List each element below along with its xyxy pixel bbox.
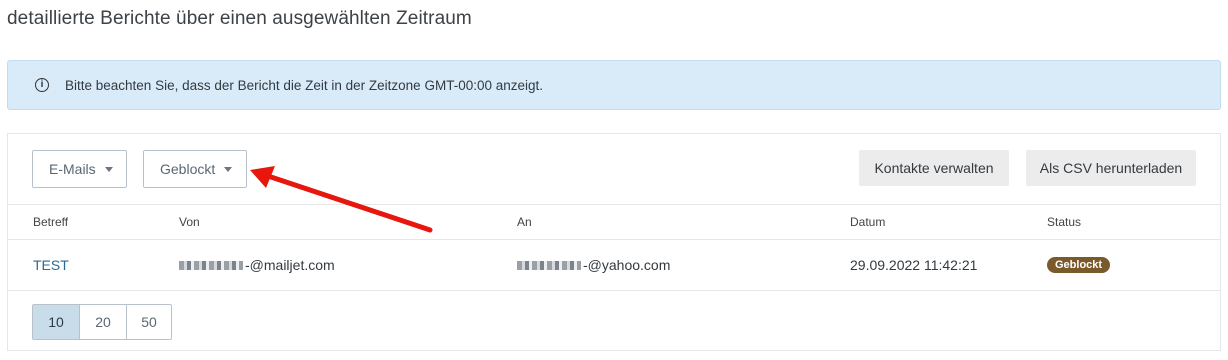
- table-row[interactable]: TEST -@mailjet.com -@yahoo.com 29.09.202…: [8, 240, 1220, 291]
- recipient-domain: -@yahoo.com: [583, 257, 671, 273]
- row-status: Geblockt: [1047, 240, 1111, 290]
- page-size-selector: 10 20 50: [32, 304, 172, 340]
- row-sender: -@mailjet.com: [179, 240, 335, 290]
- manage-contacts-button[interactable]: Kontakte verwalten: [859, 150, 1009, 186]
- column-header-from: Von: [179, 215, 200, 229]
- page-size-50[interactable]: 50: [127, 305, 171, 339]
- caret-down-icon: [224, 166, 233, 172]
- notice-text: Bitte beachten Sie, dass der Bericht die…: [65, 77, 544, 93]
- page-size-10[interactable]: 10: [33, 305, 80, 339]
- column-header-date: Datum: [850, 215, 886, 229]
- row-recipient: -@yahoo.com: [517, 240, 670, 290]
- message-type-label: E-Mails: [49, 161, 96, 177]
- column-header-status: Status: [1047, 215, 1082, 229]
- report-panel: E-Mails Geblockt Kontakte verwalten Als …: [7, 133, 1221, 351]
- download-csv-button[interactable]: Als CSV herunterladen: [1026, 150, 1196, 186]
- redacted-text: [517, 260, 581, 270]
- column-header-to: An: [517, 215, 532, 229]
- sender-domain: -@mailjet.com: [245, 257, 335, 273]
- table-header: Betreff Von An Datum Status: [8, 204, 1220, 240]
- status-badge: Geblockt: [1047, 257, 1111, 273]
- row-subject[interactable]: TEST: [33, 240, 69, 290]
- status-filter-dropdown[interactable]: Geblockt: [143, 150, 247, 188]
- info-icon: i: [35, 78, 49, 92]
- redacted-text: [179, 260, 243, 270]
- page-title: detaillierte Berichte über einen ausgewä…: [7, 8, 472, 29]
- status-filter-label: Geblockt: [160, 161, 216, 177]
- row-date: 29.09.2022 11:42:21: [850, 257, 978, 273]
- column-header-subject: Betreff: [33, 215, 69, 229]
- caret-down-icon: [104, 166, 113, 172]
- message-type-dropdown[interactable]: E-Mails: [32, 150, 127, 188]
- page-size-20[interactable]: 20: [80, 305, 127, 339]
- timezone-notice: i Bitte beachten Sie, dass der Bericht d…: [7, 60, 1221, 110]
